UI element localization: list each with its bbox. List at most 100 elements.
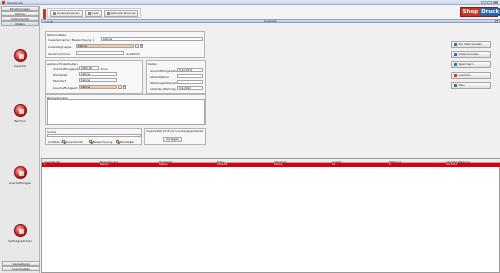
liste-button[interactable]: Liste xyxy=(84,10,102,17)
logo-shop: Shop xyxy=(461,8,480,16)
label-anschaffungspreis: Anschaffungspreis xyxy=(53,66,81,71)
app-icon xyxy=(1,1,5,4)
add-icon[interactable]: + xyxy=(139,44,144,48)
liste-drucken-button[interactable]: Liste Drucken xyxy=(451,51,491,58)
minimize-button[interactable] xyxy=(481,0,486,4)
sidebar-item-label: Inventar xyxy=(13,63,27,68)
table-cell: Kabine xyxy=(274,163,283,167)
calendar-icon xyxy=(106,11,110,15)
hersteller-field[interactable]: Kabine xyxy=(79,72,117,76)
list-icon xyxy=(87,11,91,15)
table-row[interactable]: 1 Kabine Kabine 2000,00 Kabine 10 6 9.6.… xyxy=(42,163,500,167)
window-titlebar: Shopdruck xyxy=(0,0,500,5)
anschaffungsart-select[interactable]: Kabine xyxy=(79,85,117,89)
sidebar-footer-anschreiben[interactable]: Anschreiben xyxy=(2,266,40,271)
table-cell: Kabine xyxy=(100,163,109,167)
table-cell: 1 xyxy=(44,163,46,167)
label-anzahl: Anzahl xyxy=(126,51,137,56)
naechste-wartung-field[interactable]: 9.6.2012 xyxy=(177,86,203,90)
logo-druck: Druck xyxy=(479,8,500,16)
close-button[interactable] xyxy=(493,0,498,4)
sidebar-header-online[interactable]: Online xyxy=(1,11,39,16)
option-hersteller[interactable]: Hersteller xyxy=(116,140,134,144)
inventory-table: Inventar-Nr. Bezeichnung Hersteller Prei… xyxy=(41,158,500,273)
table-cell: 6 xyxy=(389,163,391,167)
label-inventargruppe: Inventargruppe xyxy=(48,44,72,49)
sidebar-header-daten[interactable]: Daten xyxy=(1,21,39,26)
bemerkungen-panel: Bemerkungen xyxy=(45,94,206,125)
printer-icon xyxy=(454,52,457,56)
inventory-icon xyxy=(13,49,27,62)
add-icon[interactable]: + xyxy=(122,85,127,89)
ablaufdatum-field[interactable] xyxy=(177,74,203,78)
form-window-dots xyxy=(43,20,53,23)
vorlegen-button[interactable]: Vorlegen xyxy=(163,136,183,142)
panel-title: weitere Einzelheiten xyxy=(47,61,78,66)
button-label: Liste xyxy=(91,11,99,16)
table-cell: 2000,00 xyxy=(217,163,228,167)
inventarisieren-button[interactable]: Inventarisieren xyxy=(50,10,83,17)
button-label: Speichern xyxy=(458,62,474,67)
seriennummer-field[interactable] xyxy=(76,51,124,55)
panel-title: Daten xyxy=(148,61,158,66)
aktuelle-termine-button[interactable]: aktuelle Termine xyxy=(103,10,139,17)
suche-panel: Suche Inhalten in: Inventar-Nr. Bezeichn… xyxy=(45,128,142,145)
daten-panel: Daten Anschaffungsdatum 8.12.2011 Ablauf… xyxy=(146,60,206,94)
button-label: Liste Drucken xyxy=(458,52,480,57)
partner-icon xyxy=(13,224,27,237)
option-label: Bezeichnung xyxy=(92,139,113,144)
einzelheiten-panel: weitere Einzelheiten Anschaffungspreis 2… xyxy=(45,60,143,94)
chevron-down-icon[interactable] xyxy=(118,85,122,89)
anschaffungsdatum-field[interactable]: 8.12.2011 xyxy=(177,68,203,72)
sidebar-item-label: Vertragspartner xyxy=(8,238,32,243)
save-icon xyxy=(454,62,457,66)
form-title: Inventar xyxy=(264,19,277,23)
sidebar-footer-verwaltung[interactable]: Verwaltung xyxy=(2,261,40,266)
table-cell: 10 xyxy=(332,163,336,167)
neu-button[interactable]: Neu xyxy=(451,82,491,89)
delete-icon xyxy=(454,73,457,77)
speichern-button[interactable]: Speichern xyxy=(451,61,491,68)
sidebar-item-vertragspartner[interactable]: Vertragspartner xyxy=(0,224,40,243)
label-hersteller: Hersteller xyxy=(53,72,68,77)
anzahl-value[interactable]: 10 xyxy=(136,52,140,56)
per-mail-senden-button[interactable]: Per Mail senden xyxy=(451,41,491,48)
inventarname-field[interactable]: Kabine xyxy=(101,37,203,41)
bemerkungen-textarea[interactable] xyxy=(47,99,205,125)
checkbox-icon xyxy=(116,140,119,143)
sidebar-header-dokumente[interactable]: Dokumente xyxy=(1,16,39,21)
sidebar-item-label: Termine xyxy=(14,118,26,123)
standort-field[interactable]: Kabine xyxy=(79,78,117,82)
label-anschaffungsdatum: Anschaffungsdatum xyxy=(150,68,180,73)
option-bezeichnung[interactable]: Bezeichnung xyxy=(89,140,112,144)
sidebar-item-termine[interactable]: Termine xyxy=(0,104,40,123)
loeschen-button[interactable]: Löschen xyxy=(451,72,491,79)
window-controls xyxy=(481,0,498,4)
add-icon xyxy=(454,83,457,87)
window-title: Shopdruck xyxy=(7,0,23,5)
export-panel: Inventarliste für Excel Inventargegenstä… xyxy=(144,128,206,145)
chevron-down-icon[interactable] xyxy=(135,44,139,48)
table-cell: Kabine xyxy=(159,163,168,167)
maximize-button[interactable] xyxy=(487,0,492,4)
label-standort: Standort xyxy=(53,78,66,83)
checkbox-icon xyxy=(62,140,65,143)
toolbar: Inventarisieren Liste aktuelle Termine S… xyxy=(41,6,500,19)
sidebar-header-einstellungen[interactable]: Einstellungen xyxy=(1,6,39,11)
button-label: Löschen xyxy=(458,73,471,78)
checkbox-icon xyxy=(89,140,92,143)
sidebar-item-anschaffungen[interactable]: Anschaffungen xyxy=(0,166,40,185)
panel-title: Inventarliste für Excel Inventargegenstä… xyxy=(146,129,204,133)
button-label: Per Mail senden xyxy=(458,42,483,47)
option-inventar-nr[interactable]: Inventar-Nr. xyxy=(62,140,83,144)
sidebar-item-inventar[interactable]: Inventar xyxy=(0,49,40,68)
search-input[interactable] xyxy=(47,133,141,138)
anschaffungspreis-field[interactable]: 2000,00 xyxy=(79,66,99,70)
inventargruppe-select[interactable]: Kabine xyxy=(76,44,134,48)
wartungsintervall-field[interactable] xyxy=(177,80,203,84)
button-label: Neu xyxy=(458,83,465,88)
form-close-icon[interactable] xyxy=(494,20,498,24)
sidebar: Einstellungen Online Dokumente Daten Inv… xyxy=(0,6,40,273)
purchase-icon xyxy=(13,166,27,179)
mail-icon xyxy=(454,42,457,46)
